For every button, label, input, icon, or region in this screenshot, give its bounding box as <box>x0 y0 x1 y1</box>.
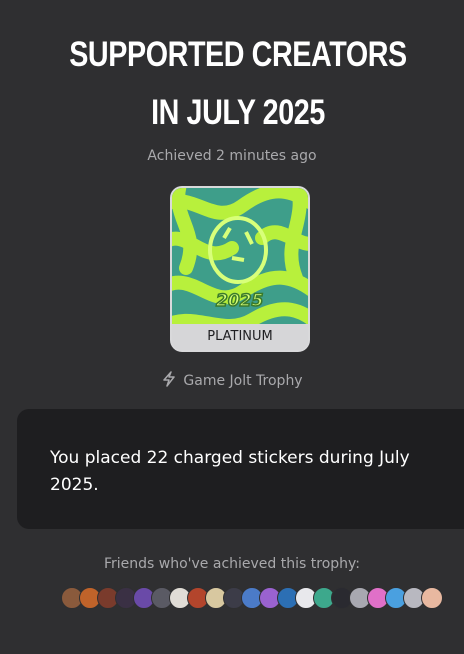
trophy-tier-badge: PLATINUM <box>172 324 308 350</box>
trophy-artwork: 2025 <box>172 188 308 326</box>
trophy-title: SUPPORTED CREATORS IN JULY 2025 <box>69 35 407 132</box>
trophy-description-card: You placed 22 charged stickers during Ju… <box>17 409 464 529</box>
lightning-bolt-icon <box>161 371 177 391</box>
trophy-description: You placed 22 charged stickers during Ju… <box>50 448 410 495</box>
trophy-source: Game Jolt Trophy <box>0 371 464 391</box>
friends-label: Friends who've achieved this trophy: <box>103 556 360 572</box>
trophy-art-year: 2025 <box>216 291 263 311</box>
trophy-source-label: Game Jolt Trophy <box>183 373 303 389</box>
achieved-timestamp: Achieved 2 minutes ago <box>147 148 317 164</box>
friends-avatar-list <box>61 587 443 611</box>
trophy-page: SUPPORTED CREATORS IN JULY 2025 Achieved… <box>0 0 464 654</box>
trophy-art-image: 2025 <box>172 188 308 326</box>
trophy-thumbnail: 2025 PLATINUM <box>170 186 310 352</box>
friend-avatar[interactable] <box>421 587 443 609</box>
